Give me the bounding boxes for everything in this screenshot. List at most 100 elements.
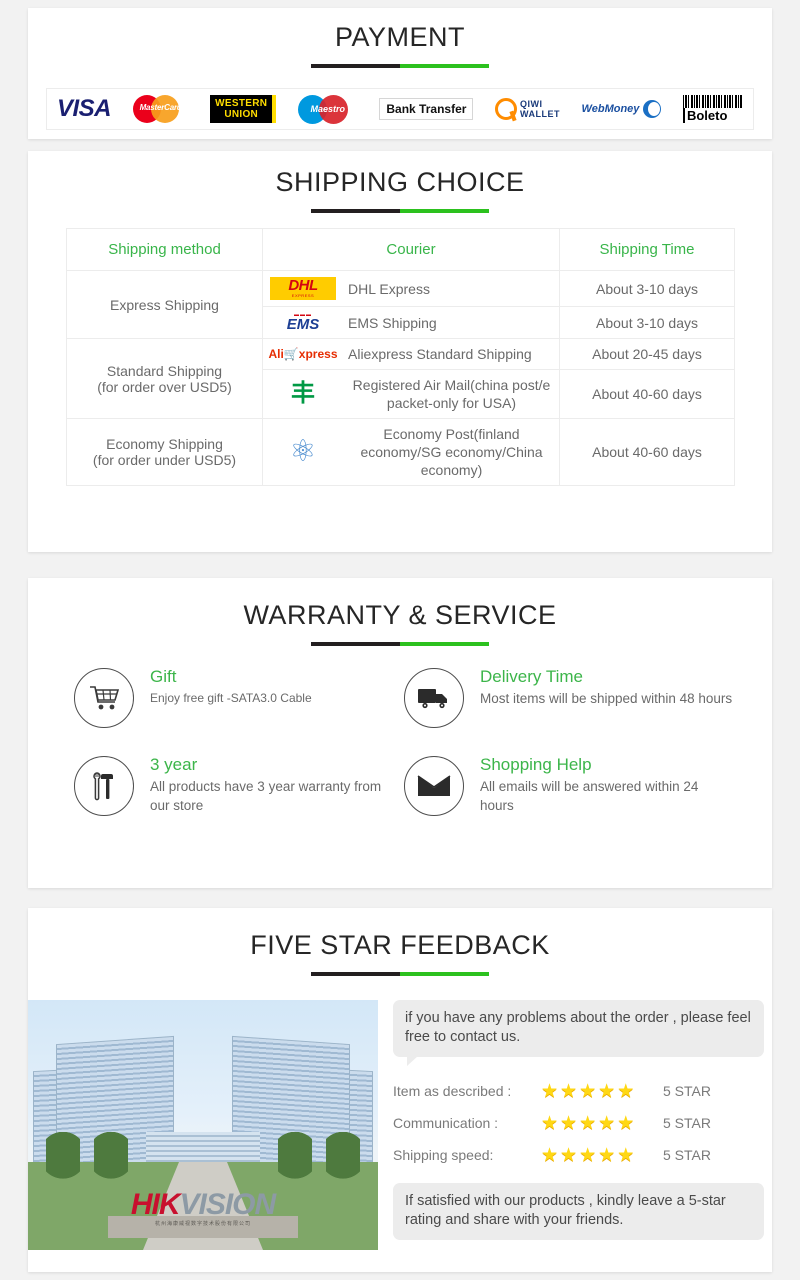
qiwi-wallet-logo: QIWI WALLET [494,92,560,126]
ratings-list: Item as described : ★ ★ ★ ★ ★ 5 STAR Com… [393,1075,764,1171]
cell-time-dhl: About 3-10 days [559,270,735,307]
photo-logo-vision: VISION [179,1188,276,1221]
feedback-divider [311,972,489,976]
shipping-title: SHIPPING CHOICE [275,167,525,197]
cell-time-aliexpress: About 20-45 days [559,338,735,370]
divider-green-half [400,64,489,68]
warranty-item-desc: All emails will be answered within 24 ho… [480,779,699,813]
star-icon: ★ [579,1080,597,1102]
divider-green-half [400,972,489,976]
satisfaction-bubble: If satisfied with our products , kindly … [393,1183,764,1240]
payment-divider [311,64,489,68]
method-label: Standard Shipping [106,362,223,379]
rating-label: Shipping speed: [393,1147,494,1163]
star-icon: ★ [598,1080,616,1102]
warranty-item-shopping-help: Shopping Help All emails will be answere… [404,752,734,816]
webmoney-logo: WebMoney [582,92,662,126]
star-icon: ★ [541,1144,559,1166]
warranty-item-desc: All products have 3 year warranty from o… [150,779,382,813]
rating-stars: ★ ★ ★ ★ ★ [541,1082,663,1101]
star-icon: ★ [598,1112,616,1134]
star-icon: ★ [598,1144,616,1166]
photo-logo-hik: HIK [130,1188,181,1221]
star-icon: ★ [541,1080,559,1102]
star-icon: ★ [579,1144,597,1166]
qiwi-line1: QIWI [519,99,543,109]
warranty-section: WARRANTY & SERVICE Gift Enjoy free gift … [28,578,772,888]
star-icon: ★ [560,1112,578,1134]
cell-courier-dhl: DHL EXPRESS DHL Express [262,270,560,307]
column-header-method: Shipping method [66,228,263,271]
rating-value: 5 STAR [663,1115,711,1131]
warranty-item-gift: Gift Enjoy free gift -SATA3.0 Cable [74,664,404,728]
page-root: PAYMENT VISA MasterCard WESTERN UNION Ma… [0,0,800,1280]
star-icon: ★ [617,1144,635,1166]
maestro-logo: Maestro [297,92,358,126]
courier-name: Registered Air Mail(china post/e packet-… [352,377,551,411]
cell-method-express: Express Shipping [66,270,263,339]
rating-value: 5 STAR [663,1083,711,1099]
divider-black-half [311,209,400,213]
boleto-label: Boleto [682,108,727,123]
divider-black-half [311,972,400,976]
star-icon: ★ [617,1112,635,1134]
mastercard-logo: MasterCard [132,92,189,126]
divider-black-half [311,64,400,68]
courier-name: EMS Shipping [348,314,437,331]
table-row: Standard Shipping (for order over USD5) … [66,338,735,419]
cell-time-ems: About 3-10 days [559,306,735,339]
cell-method-standard: Standard Shipping (for order over USD5) [66,338,263,419]
warranty-title: WARRANTY & SERVICE [243,600,557,630]
table-header-row: Shipping method Courier Shipping Time [66,228,735,271]
photo-tree [94,1132,128,1190]
dhl-logo: DHL EXPRESS [267,277,339,300]
cell-method-economy: Economy Shipping (for order under USD5) [66,418,263,486]
maestro-label: Maestro [310,104,346,114]
photo-hikvision-logo: HIKVISION [130,1188,276,1222]
wrench-hammer-icon [74,756,134,816]
feedback-section: FIVE STAR FEEDBACK 杭州海康威视数字技术股份有限公司 HIKV… [28,908,772,1272]
payment-methods-strip: VISA MasterCard WESTERN UNION Maestro Ba… [46,88,754,130]
warranty-item-delivery-time: Delivery Time Most items will be shipped… [404,664,734,728]
rating-value: 5 STAR [663,1147,711,1163]
divider-green-half [400,642,489,646]
cell-courier-ems: ▬▬▬ EMS EMS Shipping [262,306,560,339]
photo-tree [278,1132,312,1190]
mastercard-label: MasterCard [139,103,182,112]
dhl-logo-sub: EXPRESS [291,293,315,298]
hikvision-headquarters-photo: 杭州海康威视数字技术股份有限公司 HIKVISION [28,1000,378,1250]
delivery-truck-icon [404,668,464,728]
aliexpress-logo-sub: xpress [298,347,338,361]
column-header-time: Shipping Time [559,228,735,271]
visa-logo: VISA [57,92,112,126]
rating-stars: ★ ★ ★ ★ ★ [541,1114,663,1133]
bank-transfer-logo: Bank Transfer [379,92,474,126]
cell-courier-chinapost: 丰 Registered Air Mail(china post/e packe… [262,369,560,419]
cell-time-unpost: About 40-60 days [559,418,735,486]
warranty-grid: Gift Enjoy free gift -SATA3.0 Cable Deli… [74,664,734,816]
envelope-icon [404,756,464,816]
ems-logo-text: EMS [286,316,320,333]
cell-courier-aliexpress: Ali🛒xpress Aliexpress Standard Shipping [262,338,560,370]
rating-label: Communication : [393,1115,499,1131]
star-icon: ★ [560,1144,578,1166]
warranty-item-desc: Most items will be shipped within 48 hou… [480,691,733,706]
ems-logo: ▬▬▬ EMS [267,313,339,333]
courier-name: DHL Express [348,280,430,297]
feedback-body: 杭州海康威视数字技术股份有限公司 HIKVISION if you have a… [28,1000,772,1250]
rating-stars: ★ ★ ★ ★ ★ [541,1146,663,1165]
dhl-logo-text: DHL [288,277,318,294]
warranty-item-3-year: 3 year All products have 3 year warranty… [74,752,404,816]
qiwi-line2: WALLET [519,109,560,119]
feedback-title: FIVE STAR FEEDBACK [250,930,550,960]
china-post-icon: 丰 [291,380,315,407]
shopping-cart-icon [74,668,134,728]
table-row: Economy Shipping (for order under USD5) … [66,418,735,486]
warranty-item-title: Shopping Help [480,755,592,774]
boleto-logo: Boleto [682,92,743,126]
rating-row-communication: Communication : ★ ★ ★ ★ ★ 5 STAR [393,1107,764,1139]
method-label: Economy Shipping [106,436,223,452]
rating-row-item-as-described: Item as described : ★ ★ ★ ★ ★ 5 STAR [393,1075,764,1107]
photo-tree [326,1132,360,1190]
payment-title: PAYMENT [334,22,465,52]
